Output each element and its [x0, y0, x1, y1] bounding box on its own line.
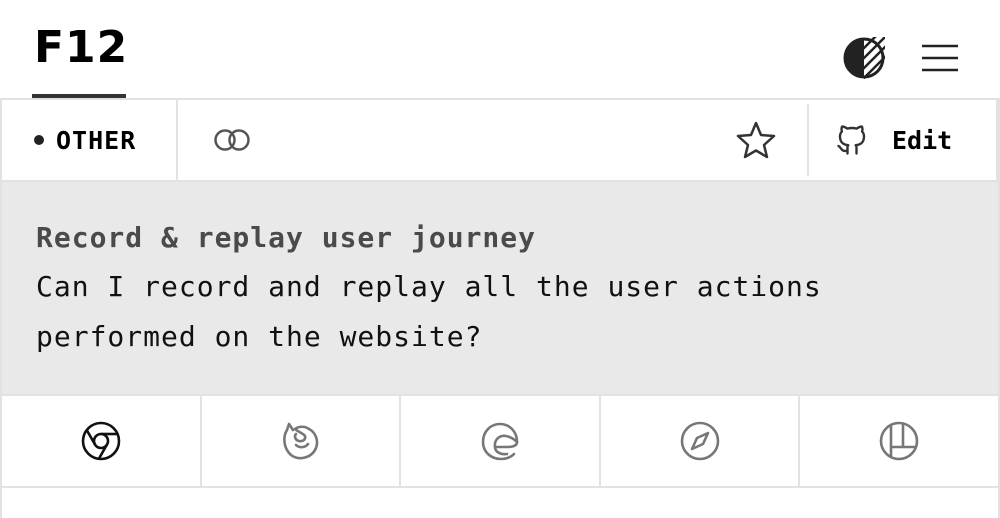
link-icon	[214, 129, 250, 151]
question-panel: Record & replay user journey Can I recor…	[0, 182, 1000, 396]
polypane-icon	[879, 421, 919, 461]
tab-polypane[interactable]	[800, 396, 998, 486]
edit-label: Edit	[892, 125, 953, 155]
tab-safari[interactable]	[601, 396, 801, 486]
favorite-button[interactable]	[734, 118, 778, 162]
info-bar: OTHER Edit	[0, 98, 1000, 182]
question-description: Can I record and replay all the user act…	[36, 270, 822, 353]
safari-icon	[680, 421, 719, 461]
firefox-icon	[283, 422, 319, 460]
edge-icon	[481, 422, 519, 461]
star-icon	[736, 121, 776, 159]
edit-on-github-button[interactable]: Edit	[834, 116, 952, 164]
hamburger-menu-icon	[922, 44, 958, 72]
contrast-icon	[843, 37, 885, 79]
theme-toggle-button[interactable]	[842, 36, 886, 80]
header: F12	[0, 0, 1000, 100]
browser-tabs	[0, 394, 1000, 488]
category-tag[interactable]: OTHER	[2, 100, 178, 180]
category-dot	[34, 135, 44, 145]
category-label: OTHER	[56, 125, 137, 155]
question-title: Record & replay user journey	[36, 221, 537, 254]
tab-edge[interactable]	[401, 396, 601, 486]
chrome-icon	[81, 421, 121, 461]
menu-button[interactable]	[918, 38, 962, 78]
tab-firefox[interactable]	[202, 396, 402, 486]
content-area-bottom	[0, 488, 1000, 518]
github-icon	[834, 122, 870, 158]
logo[interactable]: F12	[34, 24, 128, 72]
copy-link-button[interactable]	[210, 120, 254, 160]
tab-chrome[interactable]	[2, 396, 202, 486]
divider	[807, 104, 809, 176]
